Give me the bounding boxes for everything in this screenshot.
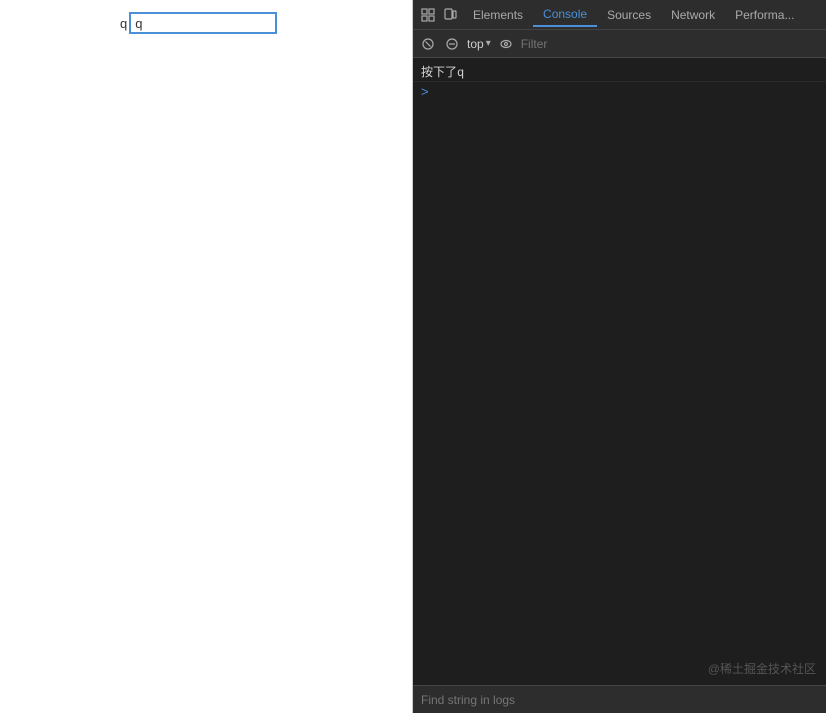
inspect-icon[interactable] [419,6,437,24]
device-icon[interactable] [441,6,459,24]
tab-sources[interactable]: Sources [597,4,661,26]
filter-input[interactable] [521,37,820,51]
devtools-panel: Elements Console Sources Network Perform… [413,0,826,713]
console-output: 按下了q > @稀土掘金技术社区 [413,58,826,685]
find-input[interactable] [421,693,818,707]
chevron-down-icon: ▾ [486,38,491,49]
text-input[interactable] [129,12,277,34]
console-message-text: 按下了q [421,63,818,80]
devtools-tabs: Elements Console Sources Network Perform… [463,3,820,27]
clear-console-icon[interactable] [419,35,437,53]
console-toolbar: top ▾ [413,30,826,58]
console-prompt-line[interactable]: > [413,82,826,101]
context-selector-text: top [467,37,484,51]
tab-network[interactable]: Network [661,4,725,26]
console-message-row: 按下了q [413,62,826,82]
find-bar [413,685,826,713]
tab-performance[interactable]: Performa... [725,4,804,26]
no-errors-icon[interactable] [443,35,461,53]
input-label: q [120,16,127,31]
webpage-panel: q [0,0,413,713]
tab-console[interactable]: Console [533,3,597,27]
console-prompt-arrow: > [421,84,429,99]
tab-elements[interactable]: Elements [463,4,533,26]
input-area: q [120,12,277,34]
devtools-top-toolbar: Elements Console Sources Network Perform… [413,0,826,30]
context-selector[interactable]: top ▾ [467,37,491,51]
watermark: @稀土掘金技术社区 [708,660,816,677]
console-settings-icon[interactable] [497,35,515,53]
